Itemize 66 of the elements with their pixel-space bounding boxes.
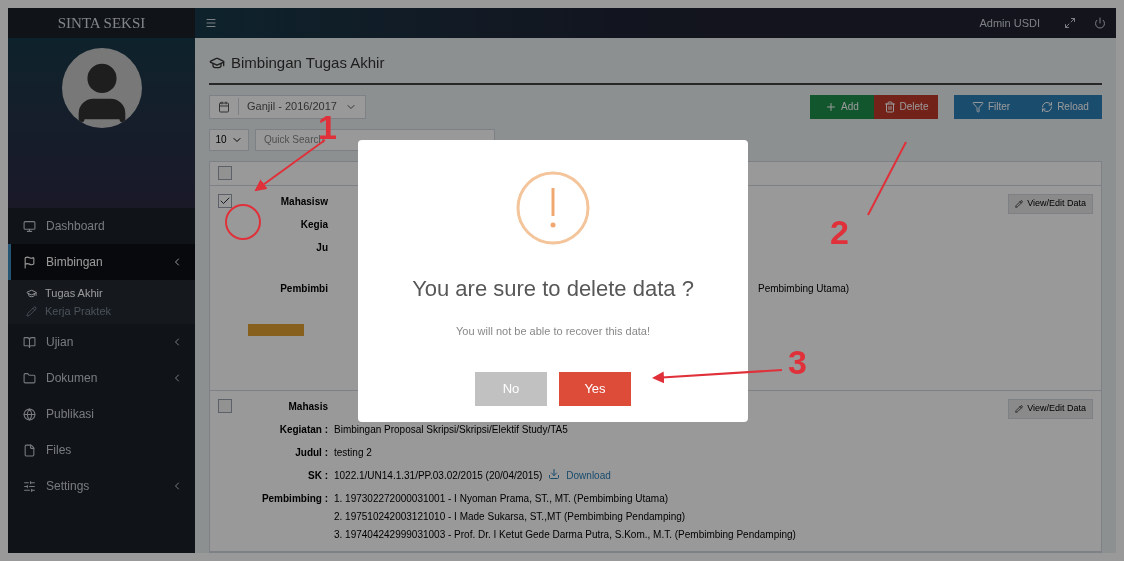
field-label: Kegiatan : bbox=[278, 422, 328, 437]
row-checkbox[interactable] bbox=[218, 193, 232, 208]
field-label: Pembimbing : bbox=[260, 491, 328, 506]
field-label: Mahasisw bbox=[279, 194, 328, 209]
calendar-icon bbox=[218, 100, 230, 113]
plus-icon bbox=[825, 100, 838, 113]
field-label: Mahasis bbox=[287, 399, 328, 414]
annotation-circle bbox=[224, 203, 262, 241]
filter-icon bbox=[971, 100, 984, 113]
sidebar-item[interactable]: Publikasi bbox=[8, 396, 195, 432]
dialog-message: You will not be able to recover this data! bbox=[455, 324, 650, 339]
dialog-title: You are sure to delete data ? bbox=[412, 275, 694, 303]
warning-icon bbox=[515, 170, 591, 246]
sliders-icon bbox=[23, 479, 36, 493]
flag-icon bbox=[23, 255, 36, 269]
sidebar-subitem[interactable]: Tugas Akhir bbox=[8, 284, 195, 302]
download-link[interactable]: Download bbox=[566, 467, 611, 483]
book-icon bbox=[23, 335, 36, 349]
field-value: Pembimbing Utama) bbox=[758, 281, 850, 296]
sidebar-item[interactable]: Bimbingan bbox=[8, 244, 195, 280]
sidebar-item[interactable]: Dokumen bbox=[8, 360, 195, 396]
power-icon[interactable] bbox=[1094, 17, 1106, 29]
annotation-number: 3 bbox=[788, 345, 807, 379]
sidebar-subitem[interactable]: Kerja Praktek bbox=[8, 302, 195, 320]
pencil-icon bbox=[1015, 404, 1024, 413]
refresh-icon bbox=[1041, 100, 1054, 113]
add-button[interactable]: Add bbox=[810, 94, 874, 119]
field-value: testing 2 bbox=[334, 445, 372, 460]
pencil-icon bbox=[26, 305, 37, 317]
filter-button[interactable]: Filter bbox=[954, 94, 1028, 119]
pencil-icon bbox=[1015, 199, 1024, 208]
file-icon bbox=[23, 443, 36, 457]
download-icon bbox=[548, 467, 561, 480]
view-edit-button[interactable]: View/Edit Data bbox=[1008, 193, 1093, 214]
supervisor-entry: 2. 197510242003121010 - I Made Sukarsa, ST.,MT (Pembimbing Pendamping) bbox=[334, 509, 687, 524]
page-size-select[interactable]: 10 bbox=[209, 128, 249, 151]
page-title: Bimbingan Tugas Akhir bbox=[231, 53, 385, 73]
monitor-icon bbox=[23, 219, 36, 233]
view-edit-button[interactable]: View/Edit Data bbox=[1008, 398, 1093, 419]
annotation-number: 2 bbox=[830, 215, 849, 249]
field-value: Bimbingan Proposal Skripsi/Skripsi/Elektif Study/TA5 bbox=[334, 422, 568, 437]
user-link[interactable]: Admin USDI bbox=[979, 14, 1040, 32]
menu-icon[interactable] bbox=[205, 17, 217, 29]
brand-title: SINTA SEKSI bbox=[56, 13, 147, 33]
fullscreen-icon[interactable] bbox=[1064, 17, 1076, 29]
supervisor-entry: 1. 197302272000031001 - I Nyoman Prama, ST., MT. (Pembimbing Utama) bbox=[334, 491, 670, 506]
sidebar-item[interactable]: Dashboard bbox=[8, 208, 195, 244]
delete-button[interactable]: Delete bbox=[874, 94, 938, 119]
globe-icon bbox=[23, 407, 36, 421]
field-label: SK : bbox=[307, 468, 328, 483]
trash-icon bbox=[883, 100, 896, 113]
field-label: Kegia bbox=[299, 217, 328, 232]
reload-button[interactable]: Reload bbox=[1028, 94, 1102, 119]
row-checkbox[interactable] bbox=[218, 398, 232, 413]
sidebar-item[interactable]: Ujian bbox=[8, 324, 195, 360]
supervisor-entry: 3. 197404242999031003 - Prof. Dr. I Ketut Gede Darma Putra, S.Kom., M.T. (Pembimbing Pendamping) bbox=[334, 527, 796, 542]
cap-icon bbox=[26, 287, 37, 299]
field-value: 1022.1/UN14.1.31/PP.03.02/2015 (20/04/2015) bbox=[334, 468, 543, 483]
field-label: Judul : bbox=[294, 445, 328, 460]
field-label: Pembimbi bbox=[279, 281, 328, 296]
field-label: Ju bbox=[315, 240, 328, 255]
sidebar-item[interactable]: Files bbox=[8, 432, 195, 468]
sidebar-item[interactable]: Settings bbox=[8, 468, 195, 504]
row-checkbox[interactable] bbox=[218, 166, 232, 180]
folder-icon bbox=[23, 371, 36, 385]
yes-button[interactable]: Yes bbox=[559, 371, 631, 406]
